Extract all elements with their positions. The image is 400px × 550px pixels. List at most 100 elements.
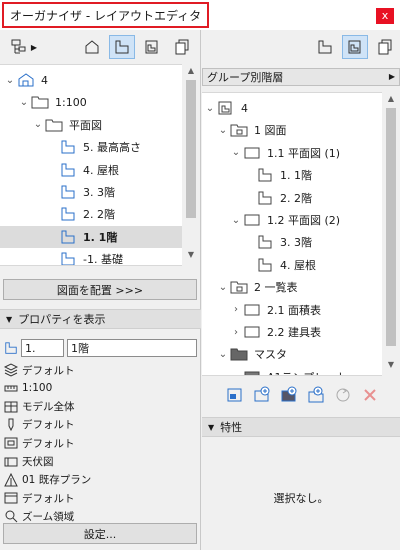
layout-icon bbox=[242, 323, 262, 341]
property-value: ズーム領域 bbox=[22, 510, 75, 523]
tree-label: 1.1 平面図 (1) bbox=[267, 146, 341, 160]
tree-label: 平面図 bbox=[69, 118, 102, 132]
view-name-field[interactable]: 1階 bbox=[67, 339, 197, 357]
place-drawing-button[interactable]: 図面を配置 >>> bbox=[3, 279, 197, 300]
scroll-down-icon[interactable]: ▼ bbox=[383, 360, 399, 374]
tree-row[interactable]: ⌄ 平面図 bbox=[0, 114, 182, 136]
selection-properties-header[interactable]: ▼ 特性 bbox=[202, 417, 400, 437]
tree-row[interactable]: 5. 最高高さ bbox=[0, 136, 182, 158]
title-bar: オーガナイザ - レイアウトエディタ x bbox=[0, 0, 400, 30]
new-folder-button[interactable] bbox=[305, 385, 327, 407]
structure-display-icon bbox=[3, 399, 19, 415]
scroll-thumb[interactable] bbox=[386, 108, 396, 346]
expand-arrow-icon[interactable]: ⌄ bbox=[230, 147, 242, 158]
folder-icon bbox=[44, 116, 64, 134]
tree-row[interactable]: ⌄ 2 一覧表 bbox=[202, 276, 382, 298]
drawing-icon bbox=[255, 166, 275, 184]
expand-arrow-icon[interactable]: ⌄ bbox=[204, 103, 216, 114]
new-layout-button[interactable] bbox=[224, 385, 246, 407]
property-value: 01 既存プラン bbox=[22, 474, 92, 487]
tree-label: 1. 1階 bbox=[280, 169, 312, 183]
tree-row[interactable]: ⌄ 1.1 平面図 (1) bbox=[202, 142, 382, 164]
view-map-button[interactable] bbox=[79, 35, 105, 59]
expand-arrow-icon[interactable]: ⌄ bbox=[4, 75, 16, 86]
tree-row[interactable]: ⌄ 1 図面 bbox=[202, 119, 382, 141]
right-view-map-button[interactable] bbox=[312, 35, 338, 59]
property-value: デフォルト bbox=[22, 364, 75, 377]
tree-label: 1 図面 bbox=[254, 124, 287, 138]
tree-row[interactable]: 3. 3階 bbox=[0, 181, 182, 203]
expand-arrow-icon[interactable]: ⌄ bbox=[32, 119, 44, 130]
view-id-field[interactable]: 1. bbox=[21, 339, 64, 357]
scale-icon bbox=[3, 380, 19, 396]
tree-row[interactable]: 1. 1階 bbox=[0, 225, 182, 248]
expand-arrow-icon[interactable]: ⌄ bbox=[230, 215, 242, 226]
master-layout-icon bbox=[242, 368, 262, 375]
expand-arrow-icon[interactable]: ⌄ bbox=[18, 97, 30, 108]
tree-label: マスタ bbox=[254, 348, 287, 362]
project-map-scrollbar[interactable]: ▲ ▼ bbox=[183, 64, 199, 266]
story-icon bbox=[58, 138, 78, 156]
layout-book-icon bbox=[216, 99, 236, 117]
tree-row[interactable]: ⌄ 1.2 平面図 (2) bbox=[202, 209, 382, 231]
tree-label: 2.2 建具表 bbox=[267, 326, 321, 339]
new-folder-icon bbox=[307, 386, 325, 407]
scroll-thumb[interactable] bbox=[186, 80, 196, 218]
publisher-button[interactable] bbox=[169, 35, 195, 59]
pen-set-icon bbox=[3, 417, 19, 433]
layout-book-button[interactable] bbox=[139, 35, 165, 59]
zoom-icon bbox=[3, 508, 19, 524]
view-map-icon bbox=[318, 40, 332, 54]
collapse-arrow-icon[interactable]: › bbox=[230, 327, 242, 338]
publisher-icon bbox=[175, 39, 189, 55]
right-layout-book-button[interactable] bbox=[342, 35, 368, 59]
tree-label: 4. 屋根 bbox=[83, 163, 119, 177]
expand-arrow-icon[interactable]: ⌄ bbox=[217, 125, 229, 136]
drawing-icon bbox=[255, 233, 275, 251]
graphic-override-icon bbox=[3, 490, 19, 506]
tree-row[interactable]: ⌄ マスタ bbox=[202, 343, 382, 365]
layout-icon bbox=[242, 144, 262, 162]
no-selection-text: 選択なし。 bbox=[273, 492, 329, 505]
expand-arrow-icon[interactable]: ⌄ bbox=[217, 282, 229, 293]
tree-row[interactable]: 2. 2階 bbox=[202, 187, 382, 209]
property-value: 1:100 bbox=[22, 382, 53, 395]
collapse-arrow-icon[interactable]: › bbox=[230, 304, 242, 315]
new-master-button[interactable] bbox=[278, 385, 300, 407]
properties-header[interactable]: ▼ プロパティを表示 bbox=[0, 309, 201, 329]
tree-row[interactable]: 4. 屋根 bbox=[0, 159, 182, 181]
delete-button[interactable] bbox=[359, 385, 381, 407]
tree-row[interactable]: ⌄ 4 bbox=[0, 69, 182, 91]
project-map-tree: ⌄ 4 ⌄ 1:100 ⌄ 平面図 5. 最高高さ 4. 屋根 3. 3階 2. 2階 1. 1階 -… bbox=[0, 64, 182, 266]
tree-row[interactable]: ⌄ 1:100 bbox=[0, 91, 182, 113]
new-subset-button[interactable] bbox=[251, 385, 273, 407]
organizer-mode-button[interactable]: ▶ bbox=[3, 35, 43, 59]
tree-row[interactable]: A1テンプレート bbox=[202, 366, 382, 375]
property-row: 天伏図 bbox=[0, 453, 54, 471]
tree-row[interactable]: -1. 基礎 bbox=[0, 248, 182, 265]
tree-row[interactable]: 2. 2階 bbox=[0, 203, 182, 225]
tree-row[interactable]: 3. 3階 bbox=[202, 231, 382, 253]
property-value: デフォルト bbox=[22, 492, 75, 505]
settings-button[interactable]: 設定... bbox=[3, 523, 197, 544]
right-publisher-button[interactable] bbox=[372, 35, 398, 59]
tree-label: 2 一覧表 bbox=[254, 281, 298, 295]
tree-row[interactable]: › 2.1 面積表 bbox=[202, 299, 382, 321]
scroll-down-icon[interactable]: ▼ bbox=[183, 250, 199, 264]
layout-book-scrollbar[interactable]: ▲ ▼ bbox=[383, 92, 399, 376]
close-button[interactable]: x bbox=[376, 8, 394, 24]
layer-combination-icon bbox=[3, 362, 19, 378]
project-map-button[interactable] bbox=[109, 35, 135, 59]
story-icon bbox=[58, 161, 78, 179]
tree-label: 4 bbox=[41, 73, 48, 87]
scroll-up-icon[interactable]: ▲ bbox=[383, 94, 399, 108]
layout-icon bbox=[242, 211, 262, 229]
tree-row[interactable]: 4. 屋根 bbox=[202, 254, 382, 276]
update-button[interactable] bbox=[332, 385, 354, 407]
expand-arrow-icon[interactable]: ⌄ bbox=[217, 349, 229, 360]
hierarchy-combo[interactable]: グループ別階層 ▶ bbox=[202, 68, 400, 86]
scroll-up-icon[interactable]: ▲ bbox=[183, 66, 199, 80]
tree-row[interactable]: › 2.2 建具表 bbox=[202, 321, 382, 343]
tree-row[interactable]: 1. 1階 bbox=[202, 164, 382, 186]
tree-row[interactable]: ⌄ 4 bbox=[202, 97, 382, 119]
